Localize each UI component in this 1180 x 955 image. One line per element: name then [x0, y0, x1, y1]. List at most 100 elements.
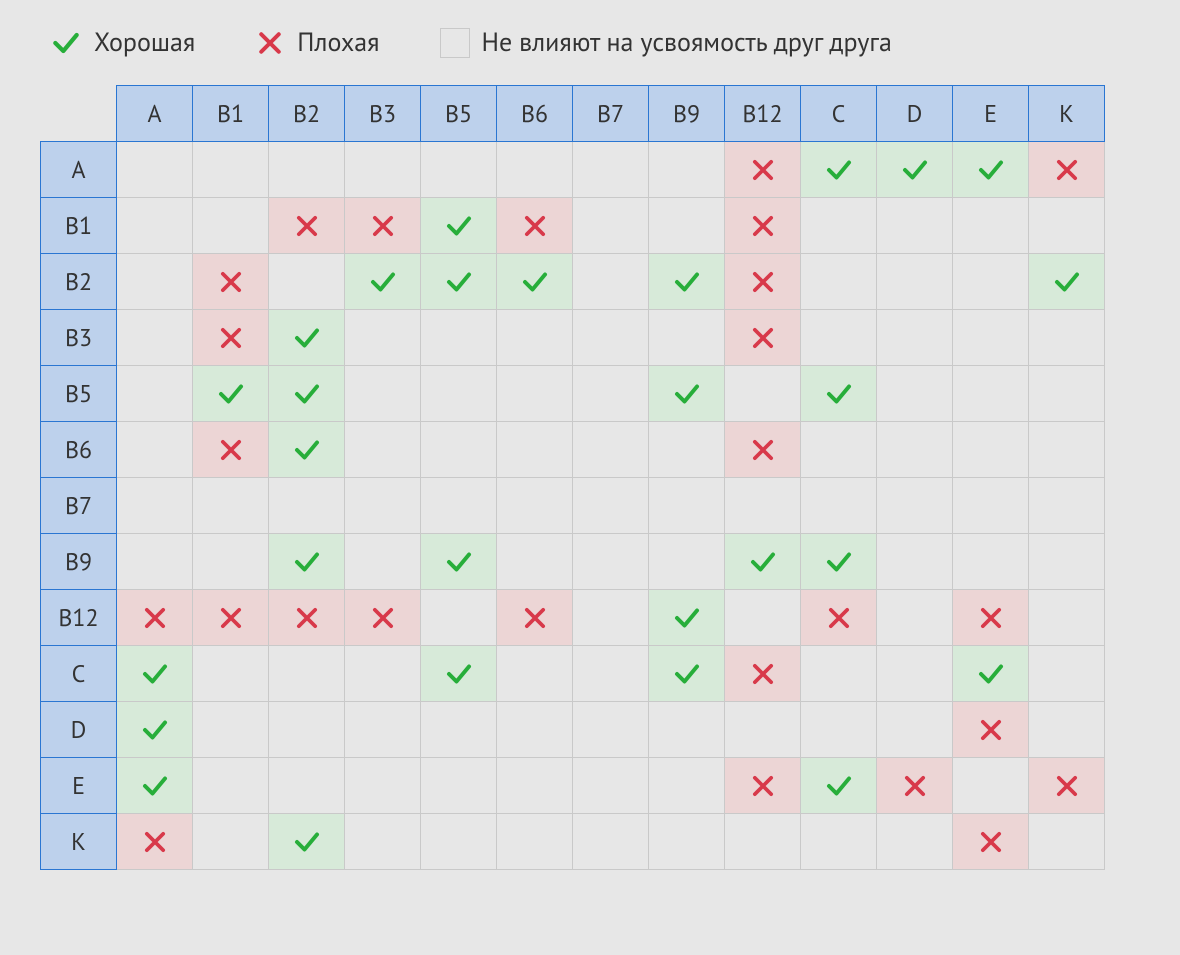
cross-icon	[725, 156, 800, 184]
cell	[1029, 590, 1105, 646]
check-icon	[497, 267, 572, 297]
cell	[345, 366, 421, 422]
cell	[497, 142, 573, 198]
cell	[117, 758, 193, 814]
cell	[1029, 310, 1105, 366]
cell	[573, 254, 649, 310]
cross-icon	[269, 212, 344, 240]
col-header: K	[1029, 86, 1105, 142]
cell	[117, 142, 193, 198]
cell	[497, 422, 573, 478]
cell	[269, 142, 345, 198]
cell	[573, 366, 649, 422]
cell	[421, 534, 497, 590]
cell	[1029, 142, 1105, 198]
cell	[573, 702, 649, 758]
cell	[573, 590, 649, 646]
cross-icon	[193, 324, 268, 352]
cell	[1029, 478, 1105, 534]
cell	[497, 198, 573, 254]
cross-icon	[117, 828, 192, 856]
cell	[801, 646, 877, 702]
check-icon	[269, 379, 344, 409]
cross-icon	[725, 436, 800, 464]
cross-icon	[255, 28, 285, 58]
cross-icon	[725, 660, 800, 688]
legend-neutral-label: Не влияют на усвоямость друг друга	[482, 26, 892, 59]
cell	[269, 758, 345, 814]
cell	[269, 366, 345, 422]
check-icon	[877, 155, 952, 185]
table-row: B6	[41, 422, 1105, 478]
check-icon	[50, 27, 82, 59]
cell	[117, 590, 193, 646]
cell	[877, 422, 953, 478]
cell	[117, 254, 193, 310]
col-header: B6	[497, 86, 573, 142]
cell	[725, 310, 801, 366]
col-header: E	[953, 86, 1029, 142]
cell	[1029, 646, 1105, 702]
cell	[269, 534, 345, 590]
cell	[1029, 758, 1105, 814]
cell	[953, 702, 1029, 758]
cell	[725, 590, 801, 646]
cell	[877, 478, 953, 534]
legend-bad: Плохая	[255, 26, 379, 59]
cell	[117, 814, 193, 870]
check-icon	[801, 547, 876, 577]
cross-icon	[1029, 156, 1104, 184]
cell	[725, 478, 801, 534]
check-icon	[421, 659, 496, 689]
cell	[269, 198, 345, 254]
corner-cell	[41, 86, 117, 142]
cell	[1029, 366, 1105, 422]
cell	[1029, 702, 1105, 758]
cross-icon	[953, 716, 1028, 744]
cell	[877, 310, 953, 366]
cell	[193, 758, 269, 814]
cell	[497, 758, 573, 814]
row-header: B7	[41, 478, 117, 534]
cell	[649, 198, 725, 254]
cell	[573, 422, 649, 478]
cross-icon	[345, 604, 420, 632]
cell	[1029, 254, 1105, 310]
cell	[345, 702, 421, 758]
cell	[725, 142, 801, 198]
cell	[953, 254, 1029, 310]
cell	[345, 254, 421, 310]
cell	[573, 646, 649, 702]
cell	[345, 478, 421, 534]
cell	[193, 422, 269, 478]
cell	[421, 310, 497, 366]
check-icon	[117, 715, 192, 745]
cross-icon	[953, 604, 1028, 632]
cell	[193, 198, 269, 254]
check-icon	[801, 771, 876, 801]
cross-icon	[193, 436, 268, 464]
cell	[193, 478, 269, 534]
compatibility-table-wrap: AB1B2B3B5B6B7B9B12CDEK AB1B2B3B5B6B7B9B1…	[0, 85, 1180, 870]
cell	[953, 814, 1029, 870]
check-icon	[953, 659, 1028, 689]
cross-icon	[725, 212, 800, 240]
cell	[193, 142, 269, 198]
col-header: B5	[421, 86, 497, 142]
check-icon	[421, 211, 496, 241]
cell	[953, 478, 1029, 534]
cell	[269, 422, 345, 478]
col-header: B9	[649, 86, 725, 142]
cell	[421, 422, 497, 478]
check-icon	[801, 155, 876, 185]
cell	[725, 758, 801, 814]
cell	[649, 254, 725, 310]
cell	[421, 254, 497, 310]
cell	[725, 366, 801, 422]
cell	[269, 310, 345, 366]
table-row: K	[41, 814, 1105, 870]
cell	[497, 814, 573, 870]
cell	[801, 534, 877, 590]
cell	[953, 310, 1029, 366]
cell	[345, 310, 421, 366]
